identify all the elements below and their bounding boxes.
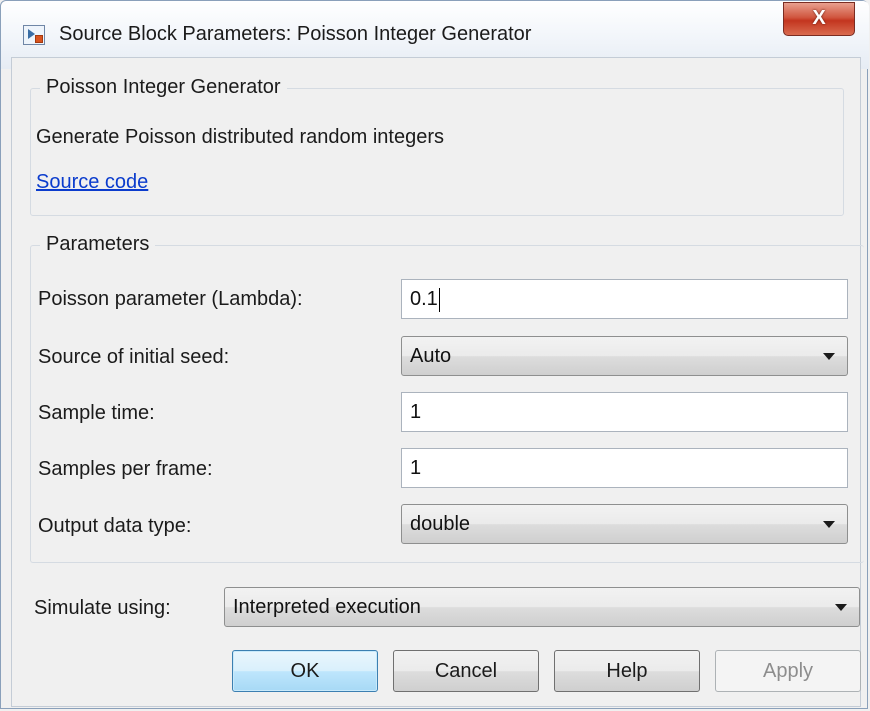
lambda-value: 0.1 (410, 288, 438, 310)
lambda-input[interactable]: 0.1 (401, 279, 848, 319)
close-button[interactable]: X (783, 2, 855, 36)
simulate-value: Interpreted execution (233, 596, 421, 618)
parameters-group-label: Parameters (40, 233, 156, 256)
lambda-label: Poisson parameter (Lambda): (38, 288, 303, 310)
help-button[interactable]: Help (554, 650, 700, 692)
sample-time-label: Sample time: (38, 402, 155, 424)
seed-label: Source of initial seed: (38, 346, 230, 368)
description-group-label: Poisson Integer Generator (40, 76, 287, 99)
seed-value: Auto (410, 345, 452, 367)
samples-per-frame-label: Samples per frame: (38, 458, 213, 480)
simulate-select[interactable]: Interpreted execution (224, 587, 860, 627)
output-type-select[interactable]: double (401, 504, 848, 544)
output-type-label: Output data type: (38, 515, 192, 537)
chevron-down-icon (823, 353, 835, 360)
samples-per-frame-input[interactable]: 1 (401, 448, 848, 488)
simulink-block-icon (23, 25, 45, 45)
dialog-window: Source Block Parameters: Poisson Integer… (0, 0, 869, 709)
chevron-down-icon (835, 604, 847, 611)
sample-time-value: 1 (410, 401, 422, 423)
apply-button[interactable]: Apply (715, 650, 861, 692)
output-type-value: double (410, 513, 471, 535)
chevron-down-icon (823, 521, 835, 528)
text-caret (438, 287, 440, 312)
cancel-button[interactable]: Cancel (393, 650, 539, 692)
samples-per-frame-value: 1 (410, 457, 422, 479)
source-code-link[interactable]: Source code (36, 171, 148, 194)
description-group (30, 88, 844, 216)
simulate-label: Simulate using: (34, 597, 171, 619)
dialog-client-area: Poisson Integer Generator Generate Poiss… (11, 57, 864, 707)
ok-button[interactable]: OK (232, 650, 378, 692)
window-title: Source Block Parameters: Poisson Integer… (59, 23, 532, 45)
sample-time-input[interactable]: 1 (401, 392, 848, 432)
seed-select[interactable]: Auto (401, 336, 848, 376)
block-description: Generate Poisson distributed random inte… (36, 126, 445, 148)
